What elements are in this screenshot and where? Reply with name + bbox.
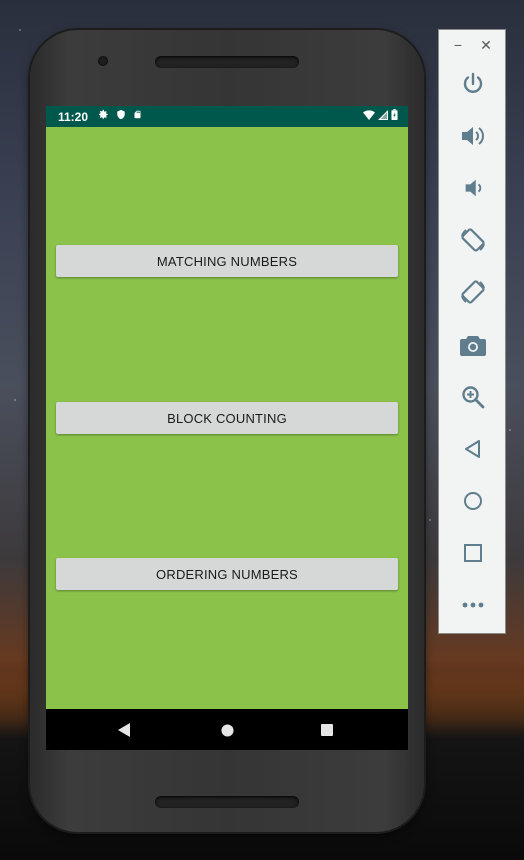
camera-icon <box>460 336 486 356</box>
more-icon <box>462 602 484 608</box>
status-system-icons <box>363 109 398 120</box>
cellular-signal-icon <box>378 109 388 120</box>
close-button[interactable]: ✕ <box>479 37 493 53</box>
volume-down-icon <box>465 179 482 197</box>
zoom-icon <box>462 386 485 409</box>
battery-icon <box>391 109 398 120</box>
sd-card-icon <box>134 110 141 119</box>
top-speaker-grille <box>155 56 299 68</box>
power-button[interactable] <box>459 70 487 98</box>
more-options-button[interactable] <box>459 591 487 619</box>
phone-frame: 11:20 MATCHING NUMBERS BLOCK COUNTING OR… <box>30 30 424 832</box>
rotate-right-button[interactable] <box>459 278 487 306</box>
emulator-home-button[interactable] <box>459 487 487 515</box>
ordering-numbers-button[interactable]: ORDERING NUMBERS <box>56 558 398 590</box>
back-icon <box>465 440 480 458</box>
emulator-back-button[interactable] <box>459 435 487 463</box>
volume-up-button[interactable] <box>459 122 487 150</box>
power-icon <box>463 72 483 93</box>
volume-up-icon <box>462 127 484 145</box>
window-controls: − ✕ <box>439 37 507 55</box>
minimize-button[interactable]: − <box>451 37 465 53</box>
front-camera <box>98 56 108 66</box>
status-bar: 11:20 <box>46 106 408 127</box>
navigation-bar <box>46 709 408 750</box>
screenshot-button[interactable] <box>459 331 487 359</box>
rotate-right-icon <box>461 280 485 304</box>
block-counting-button[interactable]: BLOCK COUNTING <box>56 402 398 434</box>
settings-gear-icon <box>99 109 108 119</box>
nav-recents-button[interactable] <box>316 719 338 741</box>
bottom-speaker-grille <box>155 796 299 808</box>
home-icon <box>220 723 234 737</box>
home-icon <box>464 492 482 510</box>
nav-back-button[interactable] <box>114 719 136 741</box>
back-icon <box>118 723 130 737</box>
volume-down-button[interactable] <box>459 174 487 202</box>
recents-icon <box>321 724 333 736</box>
matching-numbers-button[interactable]: MATCHING NUMBERS <box>56 245 398 277</box>
overview-icon <box>464 544 482 562</box>
rotate-left-button[interactable] <box>459 226 487 254</box>
desktop-background: 11:20 MATCHING NUMBERS BLOCK COUNTING OR… <box>0 0 524 860</box>
zoom-button[interactable] <box>459 383 487 411</box>
shield-icon <box>117 109 125 120</box>
status-notification-icons <box>98 109 142 120</box>
status-time: 11:20 <box>58 110 89 124</box>
app-content-area: MATCHING NUMBERS BLOCK COUNTING ORDERING… <box>46 127 408 709</box>
emulator-overview-button[interactable] <box>459 539 487 567</box>
emulator-toolbar: − ✕ <box>438 29 506 634</box>
nav-home-button[interactable] <box>216 719 238 741</box>
wifi-icon <box>363 109 375 120</box>
rotate-left-icon <box>461 228 485 252</box>
phone-screen: 11:20 MATCHING NUMBERS BLOCK COUNTING OR… <box>46 106 408 750</box>
